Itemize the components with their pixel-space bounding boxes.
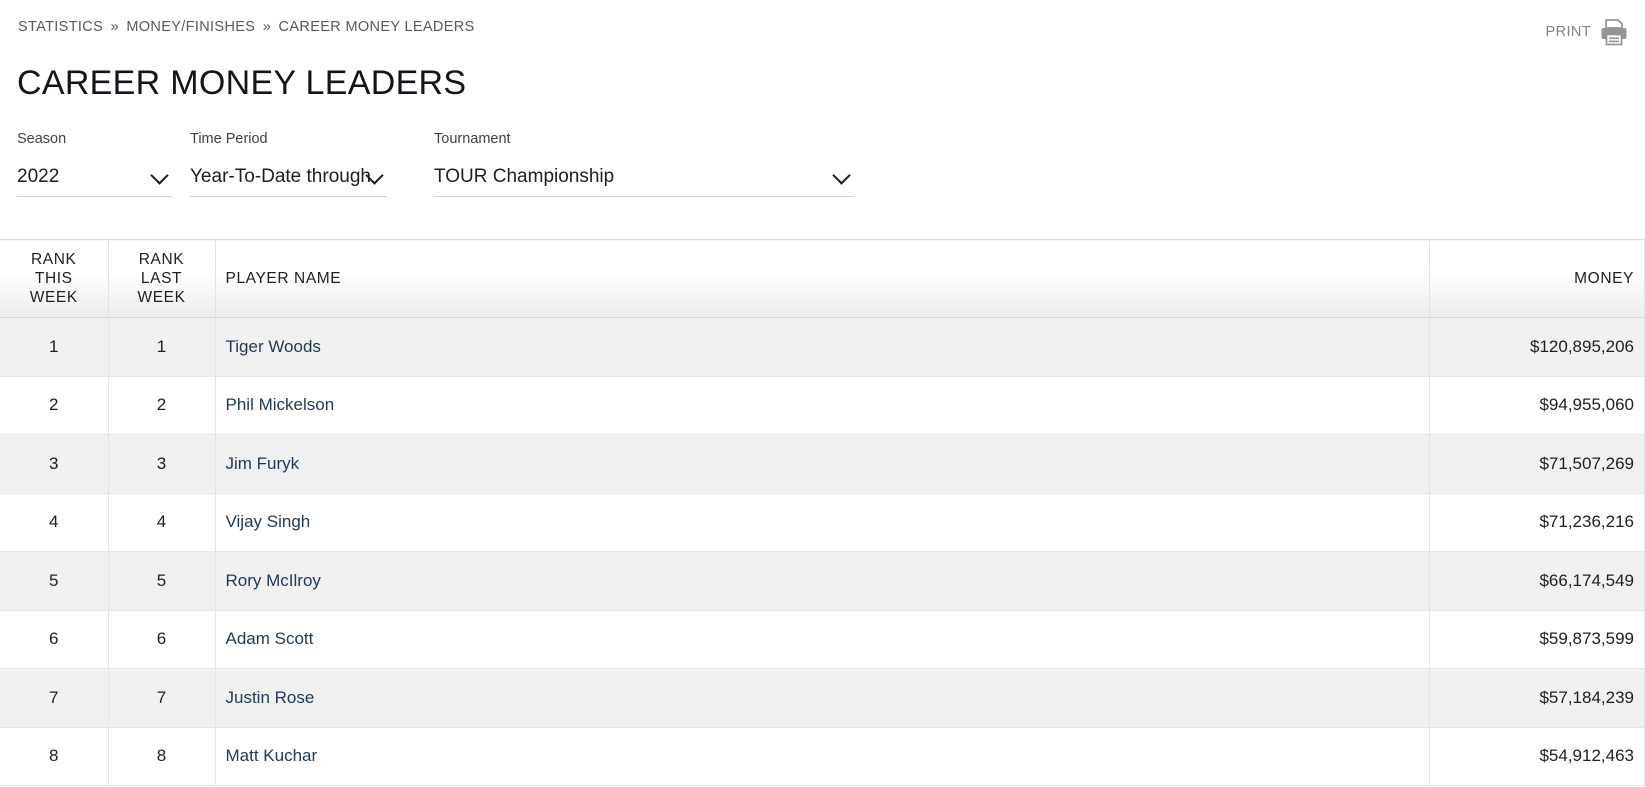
- print-button[interactable]: PRINT: [1546, 18, 1630, 46]
- player-name-link[interactable]: Jim Furyk: [226, 454, 300, 473]
- cell-rank-this-week: 4: [0, 493, 109, 552]
- table-row: 1 1 Tiger Woods $120,895,206: [0, 317, 1645, 377]
- season-select[interactable]: 2022: [17, 157, 172, 197]
- filter-time-period-label: Time Period: [190, 131, 268, 147]
- cell-rank-last-week: 8: [108, 727, 216, 786]
- column-header-money[interactable]: MONEY: [1429, 239, 1645, 318]
- print-label: PRINT: [1545, 24, 1591, 40]
- cell-money: $59,873,599: [1429, 610, 1645, 669]
- time-period-select-value: Year-To-Date through: [190, 165, 371, 187]
- cell-player-name: Tiger Woods: [215, 317, 1430, 377]
- table-row: 4 4 Vijay Singh $71,236,216: [0, 493, 1645, 552]
- table-row: 7 7 Justin Rose $57,184,239: [0, 668, 1645, 728]
- column-header-rank-this-week[interactable]: RANK THIS WEEK: [0, 239, 109, 318]
- cell-money: $57,184,239: [1429, 668, 1645, 728]
- page-title: CAREER MONEY LEADERS: [17, 64, 467, 102]
- cell-player-name: Adam Scott: [215, 610, 1430, 669]
- player-name-link[interactable]: Rory McIlroy: [226, 571, 321, 590]
- cell-rank-last-week: 7: [108, 668, 216, 728]
- cell-money: $71,236,216: [1429, 493, 1645, 552]
- cell-rank-last-week: 6: [108, 610, 216, 669]
- column-header-rank-last-week[interactable]: RANK LAST WEEK: [108, 239, 216, 318]
- tournament-select[interactable]: TOUR Championship: [434, 157, 854, 197]
- topbar: STATISTICS » MONEY/FINISHES » CAREER MON…: [0, 0, 1645, 56]
- cell-money: $54,912,463: [1429, 727, 1645, 786]
- filter-time-period: Time Period Year-To-Date through: [190, 130, 387, 197]
- filter-tournament: Tournament TOUR Championship: [434, 130, 854, 197]
- filter-season-label: Season: [17, 131, 67, 147]
- career-money-leaders-page: STATISTICS » MONEY/FINISHES » CAREER MON…: [0, 0, 1645, 787]
- breadcrumb: STATISTICS » MONEY/FINISHES » CAREER MON…: [18, 19, 475, 35]
- breadcrumb-item-statistics[interactable]: STATISTICS: [18, 19, 103, 35]
- cell-money: $71,507,269: [1429, 434, 1645, 494]
- breadcrumb-separator: »: [262, 19, 272, 35]
- filter-tournament-label: Tournament: [434, 131, 511, 147]
- table-row: 3 3 Jim Furyk $71,507,269: [0, 434, 1645, 494]
- player-name-link[interactable]: Tiger Woods: [226, 337, 321, 356]
- table-row: 8 8 Matt Kuchar $54,912,463: [0, 727, 1645, 786]
- breadcrumb-item-career-money-leaders[interactable]: CAREER MONEY LEADERS: [279, 19, 475, 35]
- breadcrumb-separator: »: [110, 19, 119, 35]
- table-row: 5 5 Rory McIlroy $66,174,549: [0, 551, 1645, 611]
- player-name-link[interactable]: Matt Kuchar: [226, 746, 318, 765]
- cell-player-name: Vijay Singh: [215, 493, 1430, 552]
- table-header: RANK THIS WEEK RANK LAST WEEK PLAYER NAM…: [0, 239, 1645, 318]
- cell-rank-this-week: 6: [0, 610, 109, 669]
- player-name-link[interactable]: Justin Rose: [226, 688, 315, 707]
- table-row: 2 2 Phil Mickelson $94,955,060: [0, 376, 1645, 435]
- cell-rank-this-week: 3: [0, 434, 109, 494]
- printer-icon: [1599, 18, 1629, 46]
- player-name-link[interactable]: Phil Mickelson: [226, 395, 335, 414]
- cell-rank-last-week: 3: [108, 434, 216, 494]
- table-row: 6 6 Adam Scott $59,873,599: [0, 610, 1645, 669]
- filter-bar: Season 2022 Time Period Year-To-Date thr…: [17, 130, 854, 197]
- cell-rank-this-week: 8: [0, 727, 109, 786]
- cell-player-name: Jim Furyk: [215, 434, 1430, 494]
- cell-player-name: Matt Kuchar: [215, 727, 1430, 786]
- cell-rank-last-week: 5: [108, 551, 216, 611]
- column-header-player-name[interactable]: PLAYER NAME: [215, 239, 1430, 318]
- cell-player-name: Justin Rose: [215, 668, 1430, 728]
- career-money-leaders-table: RANK THIS WEEK RANK LAST WEEK PLAYER NAM…: [0, 239, 1645, 786]
- chevron-down-icon: [832, 165, 851, 185]
- chevron-down-icon: [150, 165, 169, 185]
- table-header-row: RANK THIS WEEK RANK LAST WEEK PLAYER NAM…: [0, 239, 1645, 318]
- cell-rank-this-week: 2: [0, 376, 109, 435]
- cell-rank-this-week: 5: [0, 551, 109, 611]
- season-select-value: 2022: [17, 165, 60, 187]
- cell-rank-last-week: 1: [108, 317, 216, 377]
- breadcrumb-item-money-finishes[interactable]: MONEY/FINISHES: [126, 19, 255, 35]
- cell-money: $94,955,060: [1429, 376, 1645, 435]
- cell-money: $66,174,549: [1429, 551, 1645, 611]
- player-name-link[interactable]: Adam Scott: [226, 629, 314, 648]
- cell-player-name: Phil Mickelson: [215, 376, 1430, 435]
- stats-table-container: RANK THIS WEEK RANK LAST WEEK PLAYER NAM…: [0, 239, 1645, 787]
- cell-rank-last-week: 2: [108, 376, 216, 435]
- cell-rank-last-week: 4: [108, 493, 216, 552]
- cell-rank-this-week: 7: [0, 668, 109, 728]
- cell-money: $120,895,206: [1429, 317, 1645, 377]
- player-name-link[interactable]: Vijay Singh: [226, 512, 311, 531]
- table-body: 1 1 Tiger Woods $120,895,206 2 2 Phil Mickelso…: [0, 317, 1645, 786]
- filter-season: Season 2022: [17, 130, 172, 197]
- cell-player-name: Rory McIlroy: [215, 551, 1430, 611]
- tournament-select-value: TOUR Championship: [434, 165, 615, 187]
- time-period-select[interactable]: Year-To-Date through: [190, 157, 387, 197]
- cell-rank-this-week: 1: [0, 317, 109, 377]
